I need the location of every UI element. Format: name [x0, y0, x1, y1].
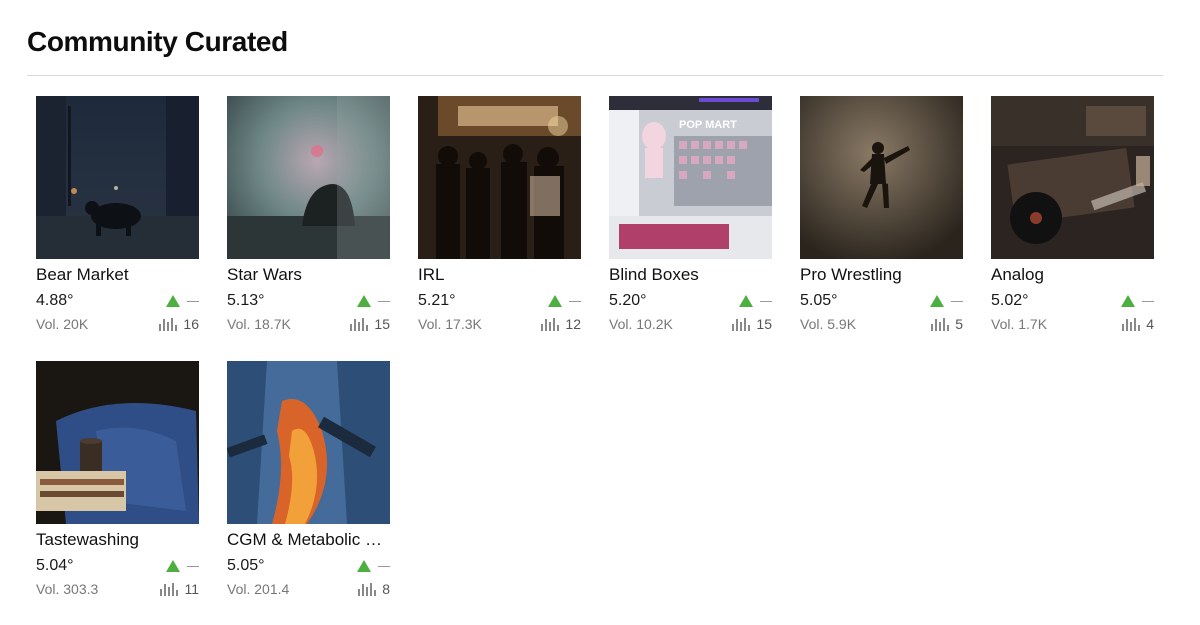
vinyl-desk-image: [991, 96, 1154, 259]
card-name: Analog: [991, 265, 1044, 284]
card-name: Bear Market: [36, 265, 129, 284]
card-bear-market[interactable]: Bear Market 4.88° Vol. 20K 16: [36, 96, 199, 334]
bar-chart-icon: [541, 317, 560, 331]
divider: [27, 75, 1163, 76]
card-temperature: 5.13°: [227, 292, 265, 309]
trend-indicator: [739, 295, 772, 307]
card-count: 12: [565, 316, 581, 332]
card-temperature: 5.21°: [418, 292, 456, 309]
store-sign-text: POP MART: [679, 119, 737, 131]
foggy-creature-image: [227, 96, 390, 259]
card-image[interactable]: [227, 96, 390, 259]
card-image[interactable]: [36, 361, 199, 524]
card-count: 11: [184, 581, 199, 597]
trend-up-icon: [930, 295, 944, 307]
card-count: 15: [374, 316, 390, 332]
card-temperature: 5.20°: [609, 292, 647, 309]
trend-up-icon: [548, 295, 562, 307]
card-volume: Vol. 303.3: [36, 581, 99, 597]
trend-up-icon: [166, 560, 180, 572]
card-volume: Vol. 201.4: [227, 581, 290, 597]
trend-indicator: [166, 560, 199, 572]
night-crowd-image: [418, 96, 581, 259]
bar-chart-icon: [1122, 317, 1141, 331]
bar-chart-icon: [350, 317, 369, 331]
bar-chart-icon: [931, 317, 950, 331]
card-count: 8: [382, 581, 390, 597]
card-image[interactable]: [418, 96, 581, 259]
dash-icon: [951, 300, 963, 302]
card-image[interactable]: [800, 96, 963, 259]
card-volume: Vol. 10.2K: [609, 316, 673, 332]
card-name: Star Wars: [227, 265, 302, 284]
card-volume: Vol. 5.9K: [800, 316, 857, 332]
trend-up-icon: [357, 560, 371, 572]
dash-icon: [187, 300, 199, 302]
card-temperature: 4.88°: [36, 292, 74, 309]
xray-thermal-image: [227, 361, 390, 524]
wrestler-leap-image: [800, 96, 963, 259]
dash-icon: [760, 300, 772, 302]
card-temperature: 5.04°: [36, 557, 74, 574]
card-count: 5: [955, 316, 963, 332]
card-blind-boxes[interactable]: POP MART Blind Boxes 5.20° Vol. 10.2K 15: [609, 96, 772, 334]
card-name: Tastewashing: [36, 530, 140, 549]
card-name: Pro Wrestling: [800, 265, 902, 284]
bar-chart-icon: [159, 317, 178, 331]
section-title: Community Curated: [27, 26, 288, 57]
dash-icon: [378, 565, 390, 567]
dash-icon: [1142, 300, 1154, 302]
trend-up-icon: [1121, 295, 1135, 307]
card-star-wars[interactable]: Star Wars 5.13° Vol. 18.7K 15: [227, 96, 390, 334]
card-image[interactable]: [36, 96, 199, 259]
bar-chart-icon: [732, 317, 751, 331]
card-tastewashing[interactable]: Tastewashing 5.04° Vol. 303.3 11: [36, 361, 199, 599]
card-volume: Vol. 17.3K: [418, 316, 482, 332]
card-analog[interactable]: Analog 5.02° Vol. 1.7K 4: [991, 96, 1154, 334]
bar-chart-icon: [358, 582, 377, 596]
trend-indicator: [1121, 295, 1154, 307]
card-image[interactable]: [991, 96, 1154, 259]
card-count: 15: [756, 316, 772, 332]
card-count: 16: [183, 316, 199, 332]
card-cgm-metabolic-health[interactable]: CGM & Metabolic Health 5.05° Vol. 201.4 …: [227, 361, 390, 599]
trend-up-icon: [166, 295, 180, 307]
card-temperature: 5.02°: [991, 292, 1029, 309]
dash-icon: [378, 300, 390, 302]
dash-icon: [569, 300, 581, 302]
denim-books-mug-image: [36, 361, 199, 524]
card-name: Blind Boxes: [609, 265, 699, 284]
bar-chart-icon: [160, 582, 179, 596]
trend-indicator: [930, 295, 963, 307]
card-volume: Vol. 20K: [36, 316, 89, 332]
card-image[interactable]: [227, 361, 390, 524]
card-name: CGM & Metabolic Health: [227, 530, 390, 549]
bear-city-image: [36, 96, 199, 259]
trend-indicator: [357, 560, 390, 572]
card-volume: Vol. 18.7K: [227, 316, 291, 332]
card-irl[interactable]: IRL 5.21° Vol. 17.3K 12: [418, 96, 581, 334]
trend-up-icon: [739, 295, 753, 307]
pop-mart-store-image: POP MART: [609, 96, 772, 259]
trend-up-icon: [357, 295, 371, 307]
card-temperature: 5.05°: [800, 292, 838, 309]
card-volume: Vol. 1.7K: [991, 316, 1048, 332]
card-pro-wrestling[interactable]: Pro Wrestling 5.05° Vol. 5.9K 5: [800, 96, 963, 334]
trend-indicator: [548, 295, 581, 307]
card-image[interactable]: POP MART: [609, 96, 772, 259]
trend-indicator: [357, 295, 390, 307]
trend-indicator: [166, 295, 199, 307]
card-temperature: 5.05°: [227, 557, 265, 574]
card-count: 4: [1146, 316, 1154, 332]
dash-icon: [187, 565, 199, 567]
card-name: IRL: [418, 265, 445, 284]
